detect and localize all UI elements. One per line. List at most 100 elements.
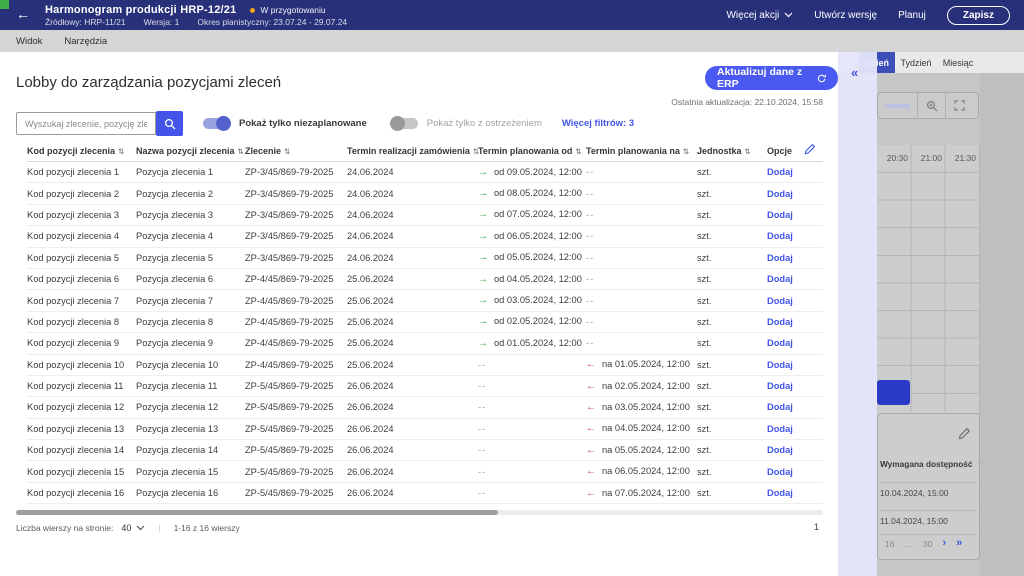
show-warnings-toggle[interactable] <box>391 118 418 129</box>
add-link[interactable]: Dodaj <box>767 253 823 263</box>
table-row[interactable]: Kod pozycji zlecenia 9 Pozycja zlecenia … <box>27 333 823 354</box>
zoom-slider[interactable] <box>885 104 910 108</box>
cell-order: ZP-3/45/869-79-2025 <box>245 210 347 220</box>
show-unplanned-toggle[interactable] <box>203 118 230 129</box>
cell-item-name: Pozycja zlecenia 6 <box>136 274 245 284</box>
add-link[interactable]: Dodaj <box>767 402 823 412</box>
availability-row[interactable]: 10.04.2024, 15:00 <box>880 488 949 498</box>
toggle-knob <box>216 116 231 131</box>
table-row[interactable]: Kod pozycji zlecenia 13 Pozycja zlecenia… <box>27 419 823 440</box>
add-link[interactable]: Dodaj <box>767 274 823 284</box>
edit-pencil-icon[interactable] <box>958 427 971 446</box>
table-row[interactable]: Kod pozycji zlecenia 6 Pozycja zlecenia … <box>27 269 823 290</box>
add-link[interactable]: Dodaj <box>767 210 823 220</box>
plan-button[interactable]: Planuj <box>898 10 926 21</box>
column-header[interactable]: Kod pozycji zlecenia⇅ <box>27 146 136 156</box>
more-actions-button[interactable]: Więcej akcji <box>726 10 793 21</box>
table-row[interactable]: Kod pozycji zlecenia 2 Pozycja zlecenia … <box>27 183 823 204</box>
collapse-panel-icon[interactable]: « <box>851 65 858 80</box>
scrollbar-thumb[interactable] <box>16 510 498 515</box>
cell-due-date: 25.06.2024 <box>347 338 478 348</box>
edit-columns-pencil-icon[interactable] <box>804 143 816 161</box>
search-input[interactable] <box>16 112 156 135</box>
add-link[interactable]: Dodaj <box>767 231 823 241</box>
cell-planned-to: -- <box>586 253 697 263</box>
current-page-number[interactable]: 1 <box>814 522 819 532</box>
table-row[interactable]: Kod pozycji zlecenia 3 Pozycja zlecenia … <box>27 205 823 226</box>
cell-item-code: Kod pozycji zlecenia 16 <box>27 488 136 498</box>
page-number[interactable]: … <box>904 539 913 549</box>
add-link[interactable]: Dodaj <box>767 467 823 477</box>
column-header[interactable]: Termin planowania od⇅ <box>478 146 586 156</box>
planned-to-arrow-icon: ← <box>586 488 596 499</box>
search-button[interactable] <box>156 111 183 136</box>
menu-item[interactable]: Widok <box>16 36 42 47</box>
search-icon <box>164 118 176 130</box>
update-from-erp-button[interactable]: Aktualizuj dane z ERP <box>705 66 838 90</box>
cell-order: ZP-3/45/869-79-2025 <box>245 189 347 199</box>
add-link[interactable]: Dodaj <box>767 488 823 498</box>
table-row[interactable]: Kod pozycji zlecenia 14 Pozycja zlecenia… <box>27 440 823 461</box>
tab-miesiąc[interactable]: Miesiąc <box>937 52 979 73</box>
chevron-down-icon <box>784 12 793 18</box>
chevron-down-icon <box>136 525 145 531</box>
add-link[interactable]: Dodaj <box>767 338 823 348</box>
toggle-knob <box>390 116 405 131</box>
calendar-toolbar <box>877 92 979 119</box>
availability-column-header[interactable]: Wymagana dostępność ⇅ <box>880 459 979 469</box>
table-row[interactable]: Kod pozycji zlecenia 11 Pozycja zlecenia… <box>27 376 823 397</box>
cell-planned-to: ←na 02.05.2024, 12:00 <box>586 381 697 392</box>
menu-item[interactable]: Narzędzia <box>64 36 107 47</box>
add-link[interactable]: Dodaj <box>767 189 823 199</box>
tab-tydzień[interactable]: Tydzień <box>895 52 937 73</box>
toolbar-divider <box>945 93 946 119</box>
more-filters-link[interactable]: Więcej filtrów: 3 <box>562 118 634 129</box>
table-row[interactable]: Kod pozycji zlecenia 1 Pozycja zlecenia … <box>27 162 823 183</box>
back-arrow-icon[interactable]: ← <box>16 6 30 22</box>
schedule-side-panel: DzieńTydzieńMiesiąc 20:3021:0021:30 Wyma… <box>838 52 1024 576</box>
zoom-in-icon[interactable] <box>926 100 938 112</box>
table-row[interactable]: Kod pozycji zlecenia 16 Pozycja zlecenia… <box>27 483 823 504</box>
availability-row[interactable]: 11.04.2024, 15:00 <box>880 516 948 526</box>
scheduled-task-block[interactable] <box>877 380 910 405</box>
sort-icon[interactable]: ⇅ <box>745 147 751 156</box>
add-link[interactable]: Dodaj <box>767 360 823 370</box>
table-row[interactable]: Kod pozycji zlecenia 7 Pozycja zlecenia … <box>27 290 823 311</box>
sort-icon[interactable]: ⇅ <box>683 147 689 156</box>
table-row[interactable]: Kod pozycji zlecenia 4 Pozycja zlecenia … <box>27 226 823 247</box>
table-row[interactable]: Kod pozycji zlecenia 15 Pozycja zlecenia… <box>27 461 823 482</box>
add-link[interactable]: Dodaj <box>767 445 823 455</box>
sort-icon[interactable]: ⇅ <box>978 460 979 469</box>
sort-icon[interactable]: ⇅ <box>284 147 290 156</box>
save-button[interactable]: Zapisz <box>947 6 1010 25</box>
table-row[interactable]: Kod pozycji zlecenia 8 Pozycja zlecenia … <box>27 312 823 333</box>
column-header[interactable]: Zlecenie⇅ <box>245 146 347 156</box>
next-page-button[interactable]: › <box>942 538 946 549</box>
last-page-button[interactable]: » <box>956 538 962 549</box>
page-number[interactable]: 30 <box>923 539 932 549</box>
add-link[interactable]: Dodaj <box>767 424 823 434</box>
add-link[interactable]: Dodaj <box>767 317 823 327</box>
fullscreen-icon[interactable] <box>954 100 965 111</box>
cell-unit: szt. <box>697 210 767 220</box>
rows-per-page-value[interactable]: 40 <box>121 523 131 533</box>
cell-order: ZP-5/45/869-79-2025 <box>245 467 347 477</box>
rows-per-page-dropdown[interactable] <box>136 525 145 531</box>
add-link[interactable]: Dodaj <box>767 167 823 177</box>
add-link[interactable]: Dodaj <box>767 296 823 306</box>
table-row[interactable]: Kod pozycji zlecenia 12 Pozycja zlecenia… <box>27 397 823 418</box>
column-header[interactable]: Jednostka⇅ <box>697 146 767 156</box>
sort-icon[interactable]: ⇅ <box>575 147 581 156</box>
horizontal-scrollbar[interactable] <box>16 510 823 515</box>
column-header[interactable]: Nazwa pozycji zlecenia⇅ <box>136 146 245 156</box>
table-row[interactable]: Kod pozycji zlecenia 5 Pozycja zlecenia … <box>27 248 823 269</box>
sort-icon[interactable]: ⇅ <box>238 147 244 156</box>
page-number[interactable]: 16 <box>885 539 894 549</box>
column-header[interactable]: Termin realizacji zamówienia⇅ <box>347 146 478 156</box>
time-tick: 21:00 <box>911 145 945 172</box>
sort-icon[interactable]: ⇅ <box>118 147 124 156</box>
table-row[interactable]: Kod pozycji zlecenia 10 Pozycja zlecenia… <box>27 355 823 376</box>
column-header[interactable]: Termin planowania na⇅ <box>586 146 697 156</box>
create-version-button[interactable]: Utwórz wersję <box>814 10 877 21</box>
add-link[interactable]: Dodaj <box>767 381 823 391</box>
